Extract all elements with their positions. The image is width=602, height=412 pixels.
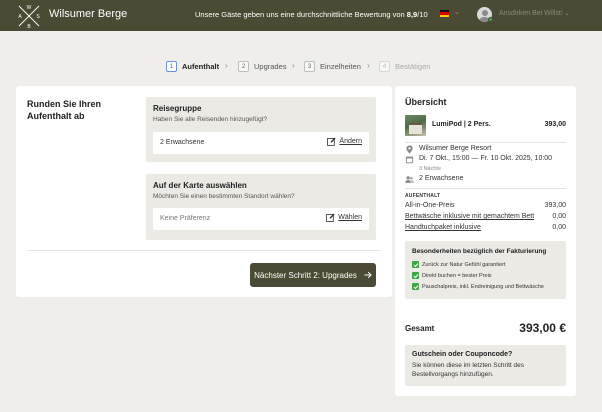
step-upgrades[interactable]: 2 Upgrades xyxy=(238,61,287,72)
guests-row: 2 Erwachsene xyxy=(405,175,463,184)
step-label: Bestätigen xyxy=(395,62,431,71)
step-bestaetigen: 4 Bestätigen xyxy=(379,61,430,72)
chevron-right-icon: › xyxy=(292,61,295,70)
billing-item: Pauschalpreis, inkl. Endreinigung und Be… xyxy=(412,283,544,290)
travel-group-heading: Reisegruppe xyxy=(153,104,202,113)
coupon-info: Gutschein oder Couponcode? Sie können di… xyxy=(405,345,566,386)
step-number: 4 xyxy=(379,61,390,72)
chevron-right-icon: › xyxy=(367,61,370,70)
billing-item-text: Pauschalpreis, inkl. Endreinigung und Be… xyxy=(422,283,544,290)
map-select-section: Auf der Karte auswählen Möchten Sie eine… xyxy=(146,174,376,240)
logo-letter-left: A xyxy=(18,14,22,20)
map-select-value: Keine Präferenz xyxy=(160,215,211,222)
billing-item-text: Zurück zur Natur Gefühl garantiert xyxy=(422,261,506,268)
rating-text: Unsere Gäste geben uns eine durchschnitt… xyxy=(195,10,428,19)
rating-value: 8,9 xyxy=(406,10,418,19)
overview-title: Übersicht xyxy=(405,97,447,107)
logo-letter-bottom: B xyxy=(27,24,31,29)
account-chevron-down-icon[interactable]: ⌄ xyxy=(564,9,570,17)
step-number: 1 xyxy=(166,61,177,72)
online-status-dot xyxy=(488,17,493,22)
next-step-button[interactable]: Nächster Schritt 2: Upgrades xyxy=(250,263,376,287)
choose-label: Wählen xyxy=(338,214,362,221)
chevron-right-icon: › xyxy=(225,61,228,70)
divider xyxy=(405,188,566,189)
step-label: Aufenthalt xyxy=(182,62,220,71)
checkmark-icon xyxy=(412,272,419,279)
location-text: Wilsumer Berge Resort xyxy=(419,145,492,152)
logo-letter-top: W xyxy=(27,5,32,11)
travel-group-field[interactable]: 2 Erwachsene Ändern xyxy=(153,132,369,154)
product-price: 393,00 xyxy=(544,121,566,128)
map-select-subtitle: Möchten Sie einen bestimmten Standort wä… xyxy=(153,193,295,200)
logo-icon[interactable]: W S B A xyxy=(16,3,42,29)
dates-text: Di. 7 Okt., 15:00 — Fr. 10 Okt. 2025, 10… xyxy=(419,155,553,162)
logo-letter-right: S xyxy=(36,14,40,20)
price-line-value: 0,00 xyxy=(552,224,566,231)
dates-row: Di. 7 Okt., 15:00 — Fr. 10 Okt. 2025, 10… xyxy=(405,155,552,164)
travel-group-subtitle: Haben Sie alle Reisenden hinzugefügt? xyxy=(153,116,268,123)
price-line-value: 0,00 xyxy=(552,213,566,220)
step-aufenthalt[interactable]: 1 Aufenthalt xyxy=(166,61,219,72)
change-travel-group-button[interactable]: Ändern xyxy=(327,137,362,146)
rating-suffix: /10 xyxy=(417,10,428,19)
travel-group-value: 2 Erwachsene xyxy=(160,139,205,146)
step-label: Upgrades xyxy=(254,62,287,71)
step-einzelheiten[interactable]: 3 Einzelheiten xyxy=(304,61,361,72)
step-number: 2 xyxy=(238,61,249,72)
booking-card: Runden Sie Ihren Aufenthalt ab Reisegrup… xyxy=(16,86,392,297)
map-select-heading: Auf der Karte auswählen xyxy=(153,181,247,190)
nights-count: 3 Nächte xyxy=(419,166,442,172)
checkout-steps: 1 Aufenthalt › 2 Upgrades › 3 Einzelheit… xyxy=(0,61,602,73)
coupon-heading: Gutschein oder Couponcode? xyxy=(412,351,513,358)
travel-group-section: Reisegruppe Haben Sie alle Reisenden hin… xyxy=(146,97,376,162)
billing-item-text: Direkt buchen = bester Preis xyxy=(422,272,492,279)
billing-item: Zurück zur Natur Gefühl garantiert xyxy=(412,261,505,268)
checkmark-icon xyxy=(412,283,419,290)
price-line-link[interactable]: Bettwäsche inklusive mit gemachtem Bett xyxy=(405,213,534,220)
total-label: Gesamt xyxy=(405,324,435,333)
step-label: Einzelheiten xyxy=(320,62,361,71)
price-line-link[interactable]: Handtuchpaket inklusive xyxy=(405,224,481,231)
total-value: 393,00 € xyxy=(519,321,566,335)
brand-name[interactable]: Wilsumer Berge xyxy=(49,8,127,20)
overview-card: Übersicht LumiPod | 2 Pers. 393,00 Wilsu… xyxy=(395,86,576,396)
account-name[interactable]: Ansdirken Bei Willst! xyxy=(499,10,563,17)
checkmark-icon xyxy=(412,261,419,268)
billing-heading: Besonderheiten bezüglich der Fakturierun… xyxy=(412,248,547,255)
product-name: LumiPod | 2 Pers. xyxy=(432,121,491,128)
guests-text: 2 Erwachsene xyxy=(419,175,464,182)
price-line-label: All-in-One-Preis xyxy=(405,202,455,209)
arrow-right-icon xyxy=(364,271,372,279)
next-step-label: Nächster Schritt 2: Upgrades xyxy=(254,270,357,280)
users-icon xyxy=(405,176,414,183)
divider xyxy=(405,142,566,143)
step-number: 3 xyxy=(304,61,315,72)
edit-icon xyxy=(326,213,335,222)
billing-notes: Besonderheiten bezüglich der Fakturierun… xyxy=(405,241,566,299)
product-thumbnail xyxy=(405,115,426,136)
page-title: Runden Sie Ihren Aufenthalt ab xyxy=(27,99,102,121)
divider xyxy=(27,250,381,251)
de-flag-icon[interactable] xyxy=(440,10,449,17)
price-line-value: 393,00 xyxy=(544,202,566,209)
top-bar: W S B A Wilsumer Berge Unsere Gäste gebe… xyxy=(0,0,602,31)
billing-item: Direkt buchen = bester Preis xyxy=(412,272,492,279)
choose-location-button[interactable]: Wählen xyxy=(326,213,362,222)
edit-icon xyxy=(327,137,337,146)
language-chevron-down-icon[interactable]: ⌄ xyxy=(454,8,460,16)
map-select-field[interactable]: Keine Präferenz Wählen xyxy=(153,208,369,230)
coupon-text: Sie können diese im letzten Schritt des … xyxy=(412,362,525,378)
stay-section-label: AUFENTHALT xyxy=(405,193,441,199)
rating-prefix: Unsere Gäste geben uns eine durchschnitt… xyxy=(195,10,407,19)
map-pin-icon xyxy=(406,145,413,154)
change-label: Ändern xyxy=(339,138,362,145)
calendar-icon xyxy=(405,156,414,164)
location-row: Wilsumer Berge Resort xyxy=(405,145,491,154)
